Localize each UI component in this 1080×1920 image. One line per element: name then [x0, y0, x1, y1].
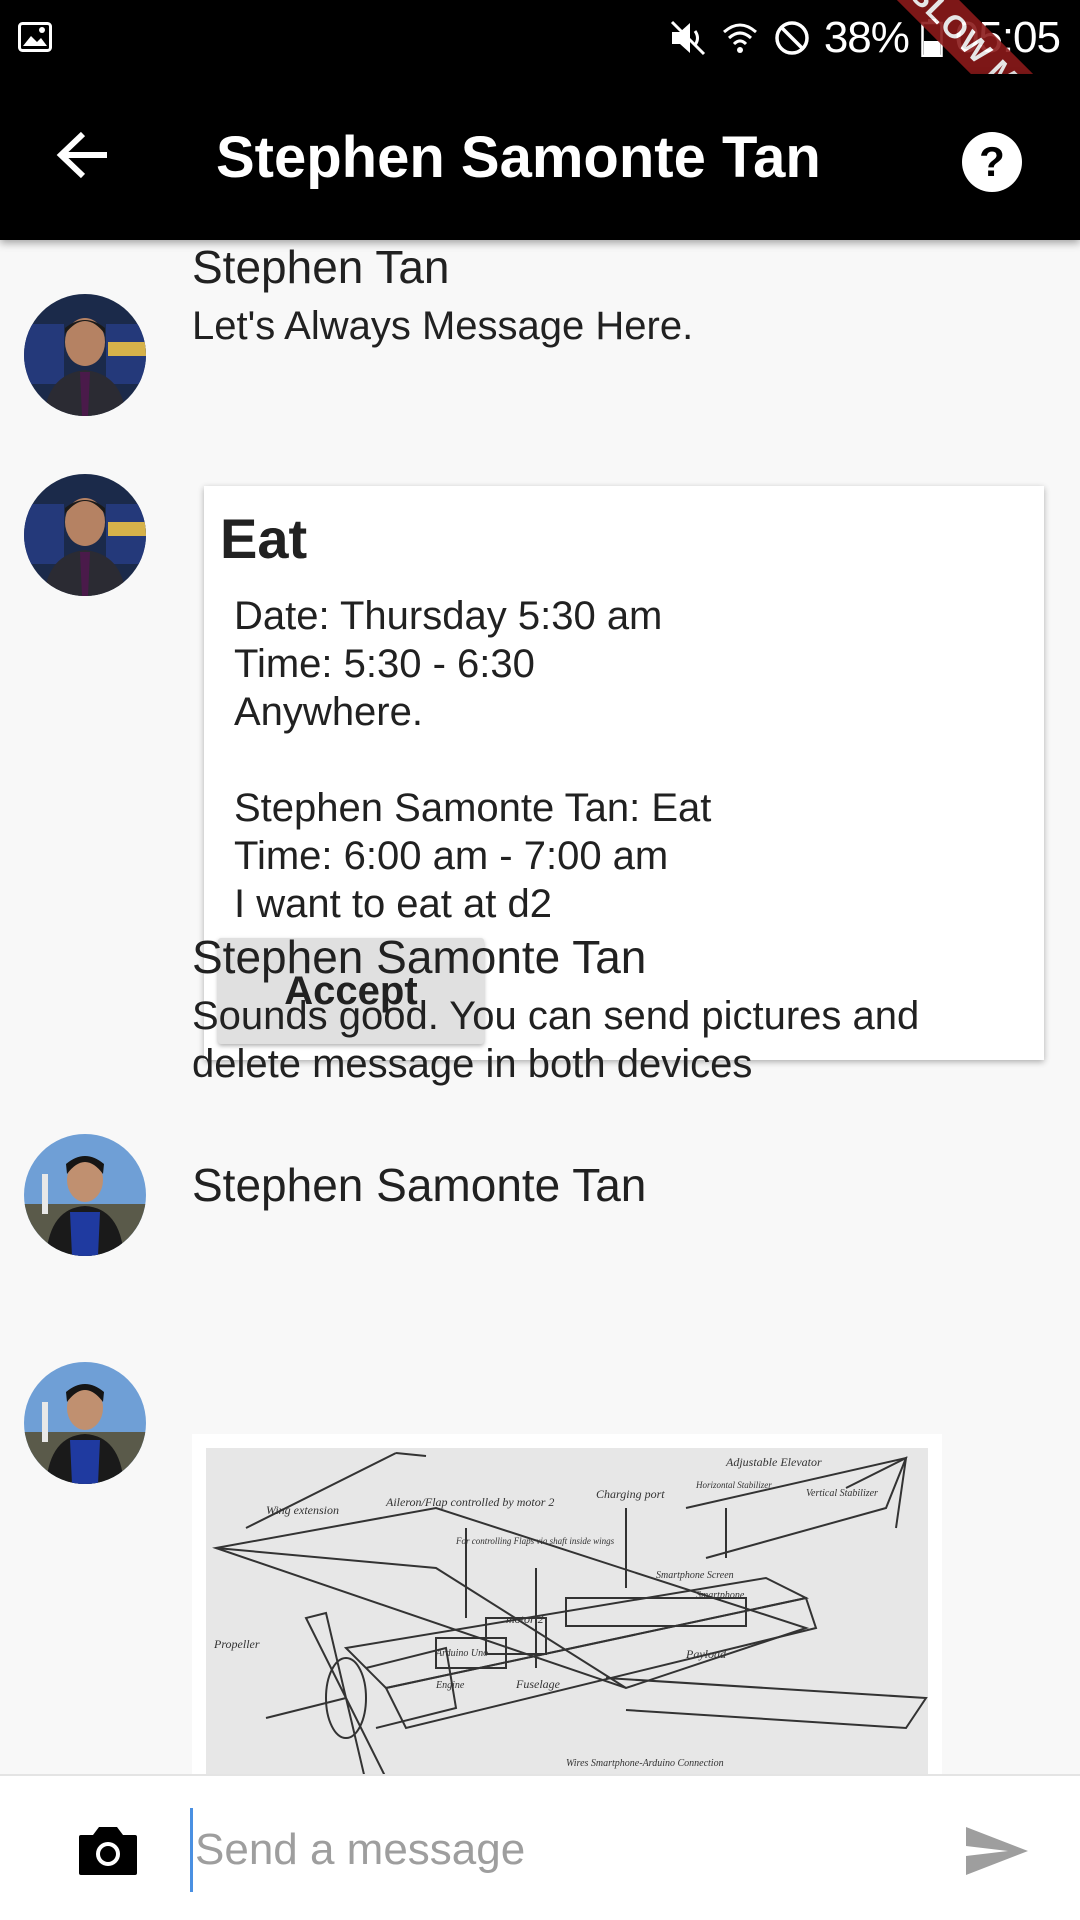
sketch-label: Vertical Stabilizer [806, 1488, 878, 1499]
send-icon [964, 1823, 1030, 1884]
sketch-label: Smartphone [696, 1590, 745, 1601]
help-circle-icon: ? [960, 130, 1024, 199]
sketch-label: Wires Smartphone-Arduino Connection [566, 1758, 724, 1769]
message-sender: Stephen Samonte Tan [192, 931, 647, 983]
compose-bar [0, 1774, 1080, 1920]
sketch-label: Adjustable Elevator [725, 1455, 822, 1469]
message-text: Let's Always Message Here. [192, 304, 694, 348]
status-bar: 38% 05:05 SLOW MODE [0, 0, 1080, 184]
event-details: Date: Thursday 5:30 am Time: 5:30 - 6:30… [234, 592, 711, 928]
avatar[interactable] [24, 1362, 146, 1484]
mute-icon [668, 18, 708, 58]
no-sim-icon [772, 18, 812, 58]
sketch-label: For controlling Flaps via shaft inside w… [455, 1536, 615, 1546]
message-text: Sounds good. You can send pictures and d… [192, 994, 920, 1086]
message-list[interactable]: Stephen Tan Let's Always Message Here. E… [0, 240, 1080, 1774]
event-time: Time: 5:30 - 6:30 [234, 642, 535, 686]
event-proposal-note: I want to eat at d2 [234, 882, 552, 926]
arrow-back-icon [55, 130, 111, 185]
event-proposal-title: Stephen Samonte Tan: Eat [234, 786, 712, 830]
svg-text:?: ? [979, 138, 1005, 185]
sketch-label: Payload [685, 1647, 727, 1661]
event-proposal-time: Time: 6:00 am - 7:00 am [234, 834, 669, 878]
message-sender: Stephen Samonte Tan [192, 1159, 647, 1211]
image-attachment[interactable]: Wing extension Aileron/Flap controlled b… [192, 1434, 942, 1774]
message-sender: Stephen Tan [192, 241, 450, 293]
back-button[interactable] [38, 112, 128, 202]
sketch-label: motor 2 [506, 1612, 544, 1626]
page-title: Stephen Samonte Tan [216, 125, 821, 190]
sketch-label: Wing extension [266, 1503, 339, 1517]
sketch-label: Horizontal Stabilizer [695, 1480, 772, 1490]
sketch-label: Fuselage [515, 1677, 561, 1691]
image-icon [18, 22, 52, 52]
avatar[interactable] [24, 474, 146, 596]
app-bar: Stephen Samonte Tan ? [0, 74, 1080, 240]
avatar[interactable] [24, 294, 146, 416]
event-location: Anywhere. [234, 690, 423, 734]
avatar[interactable] [24, 1134, 146, 1256]
airplane-sketch-image: Wing extension Aileron/Flap controlled b… [206, 1448, 928, 1774]
sketch-label: Engine [435, 1680, 465, 1691]
wifi-icon [720, 18, 760, 58]
camera-button[interactable] [68, 1812, 148, 1892]
sketch-label: Propeller [213, 1637, 260, 1651]
camera-icon [77, 1823, 139, 1882]
send-button[interactable] [954, 1810, 1040, 1896]
help-button[interactable]: ? [948, 120, 1036, 208]
battery-percent: 38% [823, 13, 910, 62]
event-spacer [234, 736, 711, 784]
sketch-label: Charging port [596, 1487, 665, 1501]
sketch-label: Arduino Uno [435, 1648, 488, 1659]
event-title: Eat [220, 507, 308, 570]
message-input[interactable] [190, 1808, 890, 1892]
event-date: Date: Thursday 5:30 am [234, 594, 663, 638]
sketch-label: Smartphone Screen [656, 1570, 734, 1581]
sketch-label: Aileron/Flap controlled by motor 2 [385, 1495, 554, 1509]
